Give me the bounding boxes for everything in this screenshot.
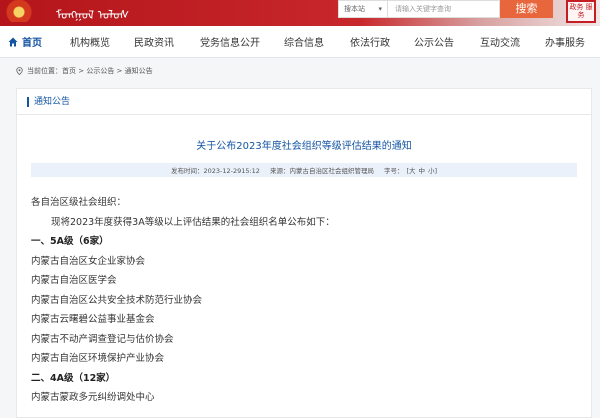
body-line: 内蒙古自治区公共安全技术防范行业协会 [31, 294, 203, 306]
search-scope-label: 搜本站 [344, 5, 365, 13]
body-line: 内蒙古不动产调查登记与估价协会 [31, 333, 174, 345]
breadcrumb-prefix: 当前位置： [27, 67, 62, 75]
header-banner: ᠮᠣᠩᠭᠣᠯ ᠤᠯᠤᠰ 搜本站 ▾ 请输入关键字查询 搜索 政务 服务 [0, 0, 600, 26]
breadcrumb-path[interactable]: 首页 > 公示公告 > 通知公告 [62, 66, 153, 76]
national-emblem-icon [6, 0, 32, 22]
content-panel: 通知公告 关于公布2023年度社会组织等级评估结果的通知 发布时间：2023-1… [16, 88, 592, 418]
font-size-large-button[interactable]: [大 [406, 165, 415, 175]
body-line: 各自治区级社会组织： [31, 197, 127, 208]
search-button[interactable]: 搜索 [500, 0, 553, 18]
nav-item-services[interactable]: 办事服务 [545, 34, 585, 49]
nav-item-label: 公示公告 [414, 38, 454, 49]
font-size-medium-button[interactable]: 中 [419, 165, 426, 175]
nav-item-label: 机构概览 [70, 38, 110, 49]
nav-item-home[interactable]: 首页 [8, 34, 42, 49]
divider [17, 114, 591, 115]
search-input[interactable]: 请输入关键字查询 [388, 0, 500, 18]
body-line: 现将2023年度获得3A等级以上评估结果的社会组织名单公布如下： [51, 216, 335, 228]
nav-item-label: 办事服务 [545, 38, 585, 49]
body-line: 内蒙古自治区医学会 [31, 275, 117, 286]
mongolian-script-title: ᠮᠣᠩᠭᠣᠯ ᠤᠯᠤᠰ [56, 8, 130, 22]
article-body: 各自治区级社会组织： 现将2023年度获得3A等级以上评估结果的社会组织名单公布如… [31, 193, 577, 408]
government-service-seal-icon[interactable]: 政务 服务 [566, 0, 596, 23]
nav-item-announcements[interactable]: 公示公告 [414, 34, 454, 49]
nav-item-law-admin[interactable]: 依法行政 [350, 34, 390, 49]
body-line: 内蒙古蒙政多元纠纷调处中心 [31, 392, 155, 403]
nav-item-interaction[interactable]: 互动交流 [480, 34, 520, 49]
article-source: 来源：内蒙古自治区社会组织管理局 [269, 167, 374, 175]
section-tab-notices[interactable]: 通知公告 [27, 97, 70, 107]
nav-item-label: 综合信息 [284, 38, 324, 49]
font-size-small-button[interactable]: 小] [428, 165, 437, 175]
publish-time: 发布时间：2023-12-2915:12 [170, 167, 260, 175]
font-size-controls: 字号： [大 中 小] [384, 165, 437, 175]
breadcrumb: 当前位置： 首页 > 公示公告 > 通知公告 [16, 66, 153, 76]
article-meta-bar: 发布时间：2023-12-2915:12 来源：内蒙古自治区社会组织管理局 字号… [31, 163, 577, 177]
location-pin-icon [16, 67, 23, 75]
nav-item-label: 首页 [22, 38, 42, 49]
article-title: 关于公布2023年度社会组织等级评估结果的通知 [196, 141, 412, 152]
nav-item-general-info[interactable]: 综合信息 [284, 34, 324, 49]
section-heading: 一、5A级（6家） [31, 236, 109, 247]
nav-item-party-info[interactable]: 党务信息公开 [200, 34, 260, 49]
nav-item-label: 互动交流 [480, 38, 520, 49]
body-line: 内蒙古自治区女企业家协会 [31, 255, 146, 267]
home-icon [8, 37, 18, 46]
body-line: 内蒙古自治区环境保护产业协会 [31, 353, 165, 364]
nav-item-label: 民政资讯 [134, 38, 174, 49]
nav-item-civil-news[interactable]: 民政资讯 [134, 34, 174, 49]
seal-text: 政务 服务 [569, 3, 593, 19]
search-scope-select[interactable]: 搜本站 ▾ [338, 0, 388, 18]
font-size-label: 字号： [383, 167, 404, 175]
nav-item-label: 党务信息公开 [200, 38, 260, 49]
dropdown-arrow-icon: ▾ [378, 5, 382, 13]
nav-item-org-overview[interactable]: 机构概览 [70, 34, 110, 49]
nav-item-label: 依法行政 [350, 38, 390, 49]
section-heading: 二、4A级（12家） [31, 372, 116, 384]
body-line: 内蒙古云曙碧公益事业基金会 [31, 314, 155, 325]
main-nav: 首页 机构概览 民政资讯 党务信息公开 综合信息 依法行政 公示公告 互动交流 … [0, 26, 600, 58]
